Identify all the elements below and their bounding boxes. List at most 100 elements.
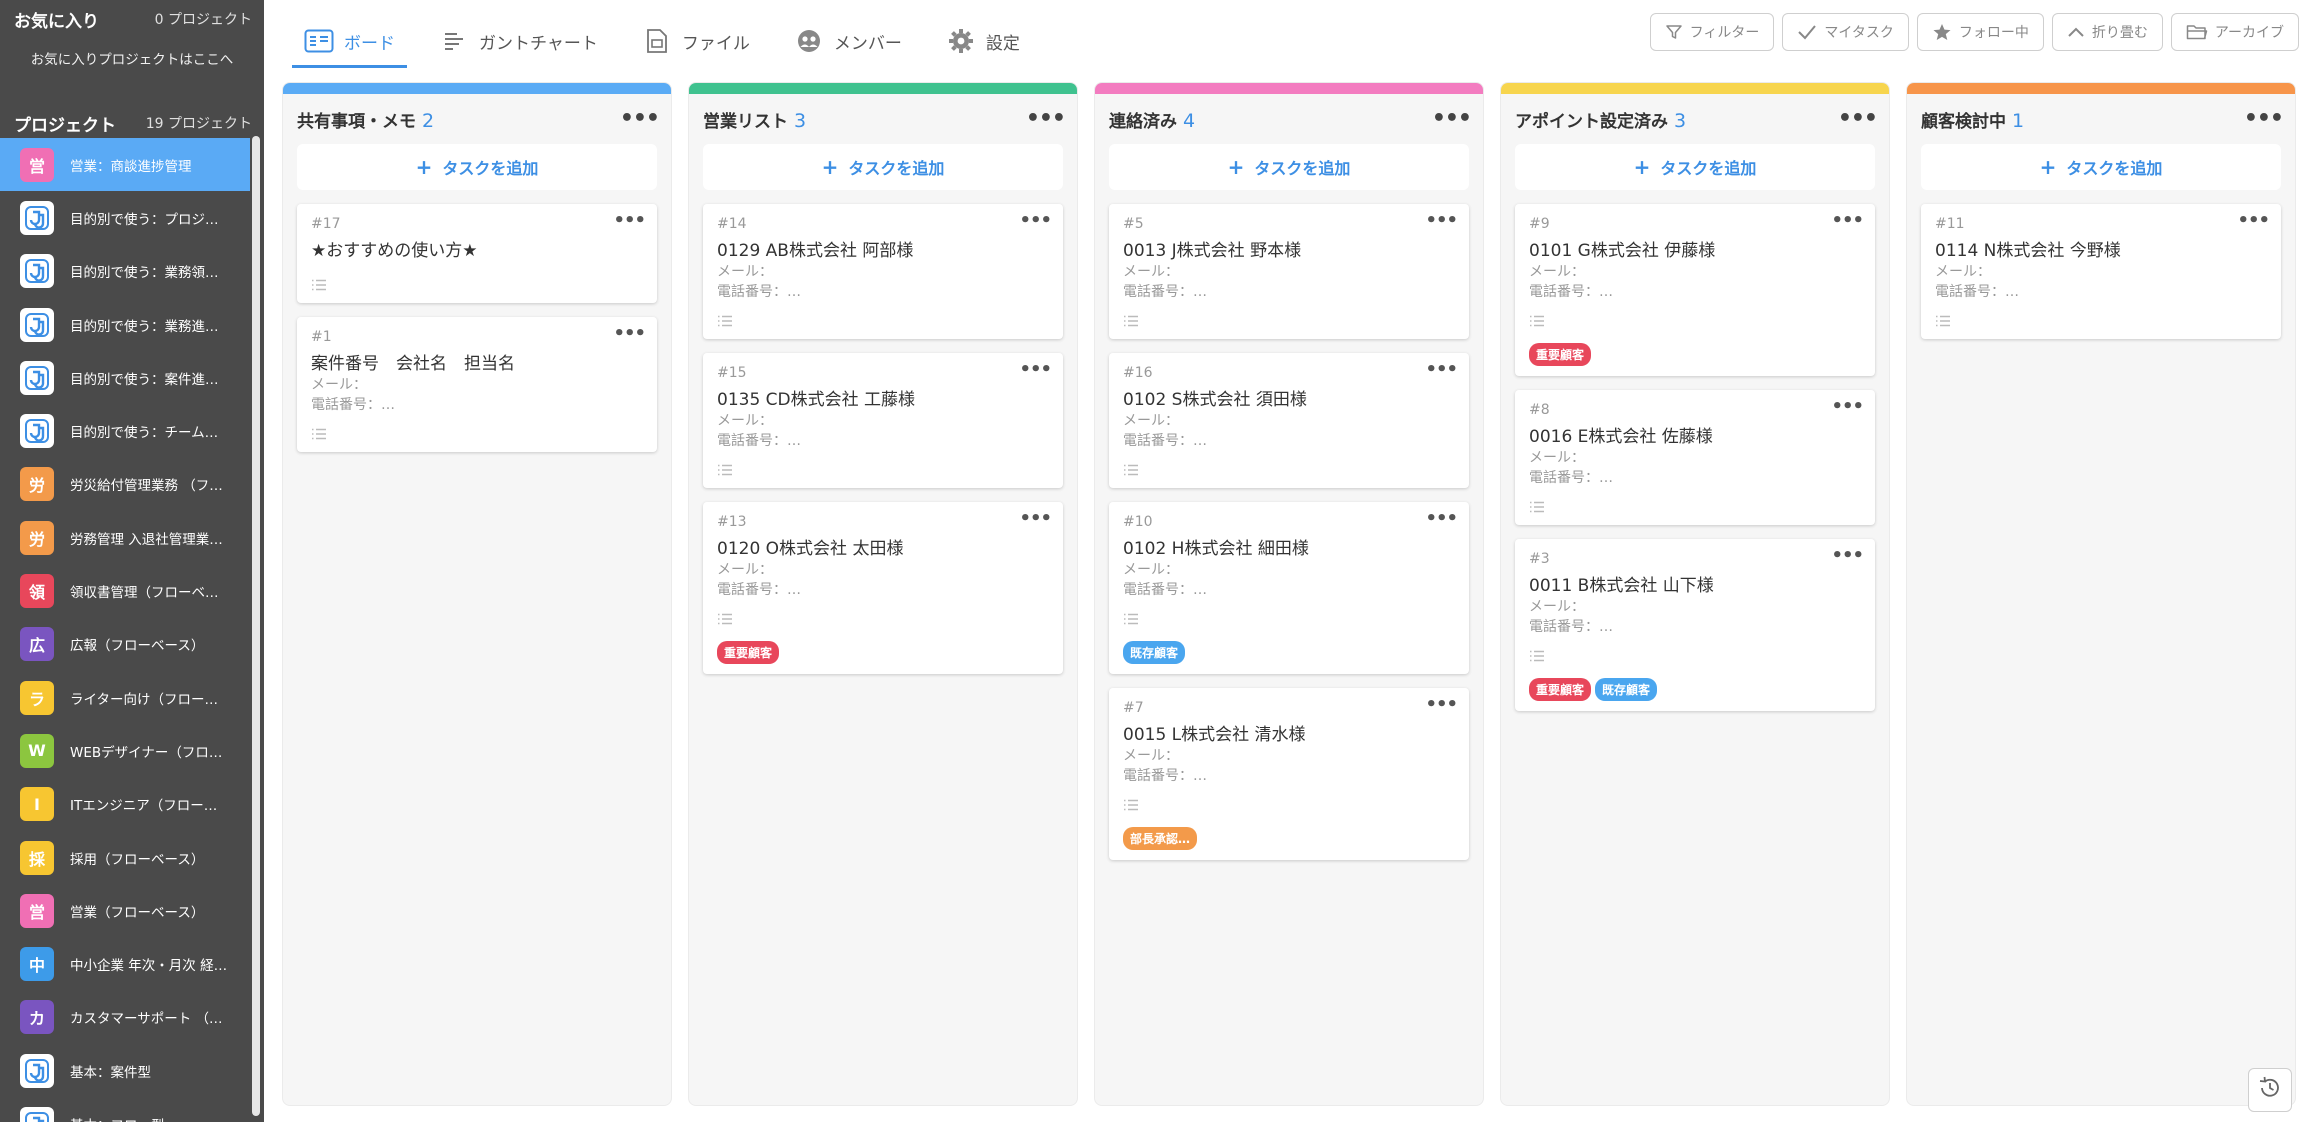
task-card[interactable]: ••• #10 0102 H株式会社 細田様 メール： 電話番号：… 既存顧客 <box>1109 502 1469 674</box>
project-name: 労務管理 入退社管理業… <box>70 531 223 548</box>
card-menu-icon[interactable]: ••• <box>1425 359 1458 380</box>
column-count: 2 <box>422 109 435 132</box>
archive-label: アーカイブ <box>2214 25 2284 41</box>
card-menu-icon[interactable]: ••• <box>2237 210 2270 231</box>
app-logo-icon <box>20 1053 54 1088</box>
project-name: 目的別で使う：チーム… <box>70 425 219 442</box>
task-field-mail: メール： <box>1123 562 1179 578</box>
add-task-button[interactable]: + タスクを追加 <box>1109 144 1469 190</box>
my-tasks-button[interactable]: マイタスク <box>1782 13 1909 51</box>
card-menu-icon[interactable]: ••• <box>1425 508 1458 529</box>
column-menu-icon[interactable]: ••• <box>620 108 660 130</box>
plus-icon: + <box>1633 155 1651 179</box>
tab-file[interactable]: ファイル <box>630 18 762 64</box>
task-card[interactable]: ••• #5 0013 J株式会社 野本様 メール： 電話番号：… <box>1109 204 1469 339</box>
sidebar-scrollbar[interactable] <box>252 136 260 1116</box>
task-title: 0101 G株式会社 伊藤様 <box>1529 241 1716 261</box>
sidebar-project-item[interactable]: 領領収書管理（フローベ… <box>0 564 250 617</box>
sidebar-project-item[interactable]: 採採用（フローベース） <box>0 831 250 884</box>
history-button[interactable] <box>2248 1068 2292 1112</box>
task-card[interactable]: ••• #11 0114 N株式会社 今野様 メール： 電話番号：… <box>1921 204 2281 339</box>
checklist-icon <box>717 611 1049 627</box>
sidebar-project-item[interactable]: カカスタマーサポート （… <box>0 991 250 1044</box>
favorites-dropzone[interactable]: お気に入りプロジェクトはここへ <box>0 38 264 78</box>
task-card[interactable]: ••• #17 ★おすすめの使い方★ <box>297 204 657 303</box>
column-name: 共有事項・メモ <box>297 111 416 132</box>
column-menu-icon[interactable]: ••• <box>1432 108 1472 130</box>
sidebar-project-item[interactable]: 営営業（フローベース） <box>0 884 250 937</box>
task-title: 0102 S株式会社 須田様 <box>1123 390 1307 410</box>
favorites-header: お気に入り 0 プロジェクト <box>0 0 264 38</box>
favorites-count: 0 プロジェクト <box>154 12 252 28</box>
checklist-icon <box>311 277 643 293</box>
tab-members[interactable]: メンバー <box>782 18 914 64</box>
card-menu-icon[interactable]: ••• <box>613 323 646 344</box>
task-id: #13 <box>717 514 747 530</box>
sidebar-project-item[interactable]: 広広報（フローベース） <box>0 618 250 671</box>
task-id: #9 <box>1529 216 1550 232</box>
project-name: 広報（フローベース） <box>70 638 205 655</box>
following-button[interactable]: フォロー中 <box>1916 13 2044 51</box>
task-card[interactable]: ••• #9 0101 G株式会社 伊藤様 メール： 電話番号：… 重要顧客 <box>1515 204 1875 376</box>
sidebar-project-item[interactable]: I ITエンジニア（フロー… <box>0 778 250 831</box>
project-badge: 中 <box>20 947 54 982</box>
projects-header: プロジェクト 19 プロジェクト <box>0 108 264 138</box>
board-column: 共有事項・メモ 2 ••• + タスクを追加 ••• #17 ★おすすめの使い方★ ••• #1 案… <box>282 82 672 1106</box>
project-badge: 労 <box>20 520 54 555</box>
sidebar-project-item[interactable]: 中中小企業 年次・月次 経… <box>0 937 250 990</box>
add-task-button[interactable]: + タスクを追加 <box>703 144 1063 190</box>
card-menu-icon[interactable]: ••• <box>1831 396 1864 417</box>
sidebar-project-item[interactable]: 労労災給付管理業務 （フ… <box>0 458 250 511</box>
card-menu-icon[interactable]: ••• <box>613 210 646 231</box>
task-card[interactable]: ••• #13 0120 O株式会社 太田様 メール： 電話番号：… 重要顧客 <box>703 502 1063 674</box>
task-title: 0015 L株式会社 清水様 <box>1123 725 1306 745</box>
task-field-phone: 電話番号：… <box>1935 284 2019 300</box>
filter-icon <box>1665 23 1683 41</box>
task-card[interactable]: ••• #16 0102 S株式会社 須田様 メール： 電話番号：… <box>1109 353 1469 488</box>
sidebar-project-item[interactable]: 目的別で使う：プロジ… <box>0 191 250 244</box>
task-field-mail: メール： <box>1529 450 1585 466</box>
task-field-phone: 電話番号：… <box>1529 619 1613 635</box>
task-card[interactable]: ••• #8 0016 E株式会社 佐藤様 メール： 電話番号：… <box>1515 390 1875 525</box>
add-task-button[interactable]: + タスクを追加 <box>1515 144 1875 190</box>
tab-gantt[interactable]: ガントチャート <box>427 18 610 64</box>
card-menu-icon[interactable]: ••• <box>1019 210 1052 231</box>
task-card[interactable]: ••• #7 0015 L株式会社 清水様 メール： 電話番号：… 部長承認… <box>1109 688 1469 860</box>
add-task-button[interactable]: + タスクを追加 <box>1921 144 2281 190</box>
sidebar-project-item[interactable]: 労労務管理 入退社管理業… <box>0 511 250 564</box>
app-logo-icon <box>20 360 54 395</box>
task-card[interactable]: ••• #15 0135 CD株式会社 工藤様 メール： 電話番号：… <box>703 353 1063 488</box>
card-menu-icon[interactable]: ••• <box>1425 694 1458 715</box>
sidebar-project-item[interactable]: W WEBデザイナー（フロ… <box>0 724 250 777</box>
collapse-button[interactable]: 折り畳む <box>2051 13 2163 51</box>
sidebar-project-item[interactable]: ラライター向け（フロー… <box>0 671 250 724</box>
sidebar-project-item[interactable]: 基本：フロー型 <box>0 1097 250 1122</box>
card-menu-icon[interactable]: ••• <box>1019 508 1052 529</box>
tab-gear[interactable]: 設定 <box>934 18 1032 64</box>
add-task-button[interactable]: + タスクを追加 <box>297 144 657 190</box>
sidebar-project-item[interactable]: 基本：案件型 <box>0 1044 250 1097</box>
sidebar-project-item[interactable]: 目的別で使う：業務進… <box>0 298 250 351</box>
task-card[interactable]: ••• #3 0011 B株式会社 山下様 メール： 電話番号：… 重要顧客 既存顧客 <box>1515 539 1875 711</box>
task-card[interactable]: ••• #1 案件番号 会社名 担当名 メール： 電話番号：… <box>297 317 657 452</box>
column-menu-icon[interactable]: ••• <box>1026 108 1066 130</box>
card-menu-icon[interactable]: ••• <box>1425 210 1458 231</box>
archive-button[interactable]: アーカイブ <box>2170 13 2299 51</box>
card-menu-icon[interactable]: ••• <box>1019 359 1052 380</box>
checklist-icon <box>1529 499 1861 515</box>
card-menu-icon[interactable]: ••• <box>1831 210 1864 231</box>
tab-board[interactable]: ボード <box>292 18 407 68</box>
sidebar-project-item[interactable]: 目的別で使う：案件進… <box>0 351 250 404</box>
sidebar-project-item[interactable]: 目的別で使う：業務領… <box>0 245 250 298</box>
task-id: #17 <box>311 216 341 232</box>
sidebar-project-item[interactable]: 営営業：商談進捗管理 <box>0 138 250 192</box>
sidebar-project-item[interactable]: 目的別で使う：チーム… <box>0 404 250 457</box>
favorites-title: お気に入り <box>14 11 99 32</box>
task-card[interactable]: ••• #14 0129 AB株式会社 阿部様 メール： 電話番号：… <box>703 204 1063 339</box>
tab-label: 設定 <box>985 33 1020 54</box>
column-menu-icon[interactable]: ••• <box>2244 108 2284 130</box>
card-menu-icon[interactable]: ••• <box>1831 545 1864 566</box>
card-list: ••• #14 0129 AB株式会社 阿部様 メール： 電話番号：… ••• #15 013… <box>689 190 1077 674</box>
filter-button[interactable]: フィルター <box>1649 13 1775 51</box>
column-menu-icon[interactable]: ••• <box>1838 108 1878 130</box>
